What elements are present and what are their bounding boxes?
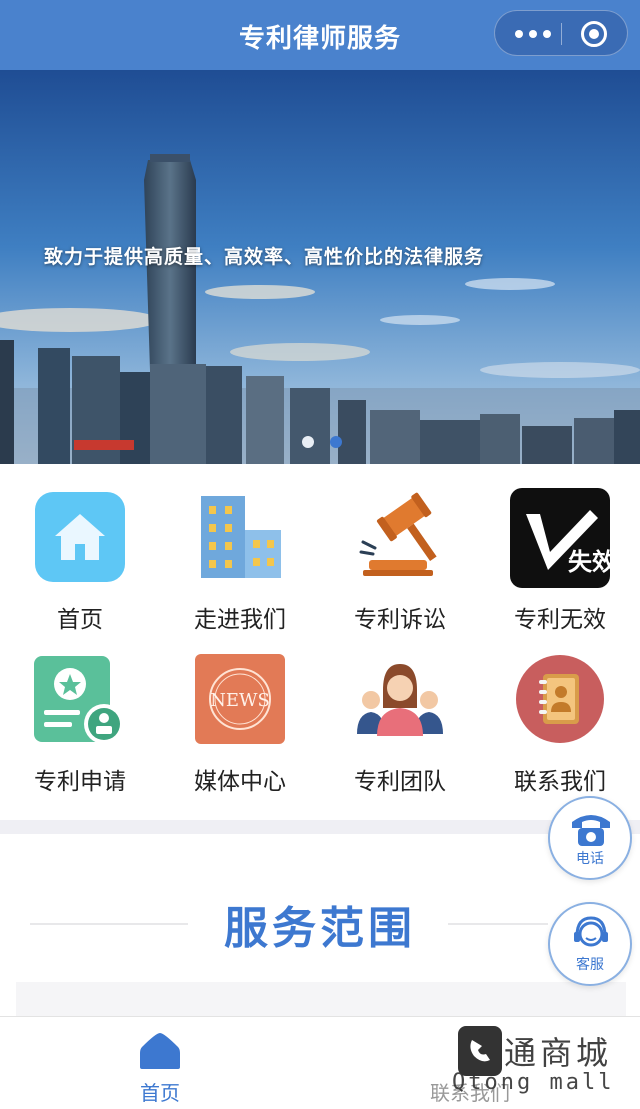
section-divider <box>0 820 640 834</box>
watermark: 通商城 Qtong mall <box>452 1026 640 1109</box>
nav-item-team[interactable]: 专利团队 <box>320 648 480 798</box>
target-circle-icon[interactable] <box>581 21 607 47</box>
tab-home-label: 首页 <box>140 1081 180 1105</box>
watermark-text: 通商城 <box>504 1034 613 1072</box>
invalid-v-icon: 失效 <box>510 488 616 588</box>
customer-service-label: 客服 <box>576 957 604 973</box>
nav-item-application[interactable]: 专利申请 <box>0 648 160 798</box>
headset-icon <box>574 916 608 947</box>
nav-item-home[interactable]: 首页 <box>0 486 160 636</box>
navigation-bar: 专利律师服务 <box>0 0 640 70</box>
nav-item-media[interactable]: NEWS 媒体中心 <box>160 648 320 798</box>
nav-label-contact: 联系我们 <box>514 769 606 795</box>
carousel-indicator-1[interactable] <box>302 436 314 448</box>
carousel-indicator-2-active[interactable] <box>330 436 342 448</box>
capsule-divider <box>561 23 562 45</box>
more-dots-icon[interactable] <box>515 19 551 49</box>
tab-home[interactable]: 首页 <box>0 1017 320 1109</box>
home-tab-icon <box>140 1033 180 1069</box>
nav-item-invalidation[interactable]: 失效 专利无效 <box>480 486 640 636</box>
gavel-icon <box>355 490 445 580</box>
nav-label-media: 媒体中心 <box>194 769 286 795</box>
phone-icon <box>572 815 610 846</box>
nav-item-litigation[interactable]: 专利诉讼 <box>320 486 480 636</box>
nav-label-application: 专利申请 <box>34 769 126 795</box>
nav-item-contact[interactable]: 联系我们 <box>480 648 640 798</box>
nav-item-about[interactable]: 走进我们 <box>160 486 320 636</box>
nav-label-home: 首页 <box>57 607 103 633</box>
team-icon <box>355 658 445 748</box>
watermark-subtext: Qtong mall <box>452 1070 615 1095</box>
phone-label: 电话 <box>576 851 604 867</box>
customer-service-float-button[interactable]: 客服 <box>548 902 632 986</box>
building-icon <box>195 490 285 580</box>
invalid-icon-text: 失效 <box>568 548 610 576</box>
home-icon <box>35 492 125 582</box>
watermark-logo-icon <box>458 1026 502 1076</box>
certificate-icon <box>32 652 124 744</box>
contact-book-icon <box>515 654 605 744</box>
banner-caption: 致力于提供高质量、高效率、高性价比的法律服务 <box>44 246 485 268</box>
nav-label-invalidation: 专利无效 <box>514 607 606 633</box>
banner-carousel[interactable]: 致力于提供高质量、高效率、高性价比的法律服务 <box>0 70 640 464</box>
nav-label-about: 走进我们 <box>194 607 286 633</box>
news-icon-text: NEWS <box>210 690 270 711</box>
nav-label-litigation: 专利诉讼 <box>354 607 446 633</box>
title-line-right <box>448 923 548 925</box>
news-icon: NEWS <box>195 654 285 744</box>
mini-program-capsule <box>494 10 628 56</box>
nav-label-team: 专利团队 <box>354 769 446 795</box>
phone-float-button[interactable]: 电话 <box>548 796 632 880</box>
